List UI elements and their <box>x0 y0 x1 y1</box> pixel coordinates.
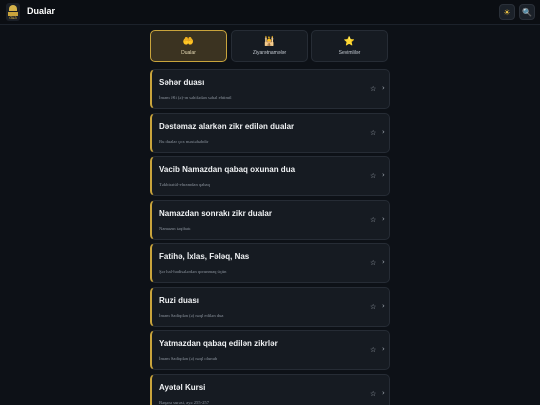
list-item[interactable]: Səhər duası İmam Əli (ə)-ın səhifədən sə… <box>150 69 390 109</box>
list-item[interactable]: Fatihə, İxlas, Fələq, Nas Şər hal-hadisə… <box>150 243 390 283</box>
search-button[interactable]: 🔍 <box>519 4 535 20</box>
mosque-icon: 🕌 <box>263 36 276 47</box>
item-subtitle: İmam Əli (ə)-ın səhifədən səhəl ehtimtl <box>159 95 232 100</box>
item-subtitle: İmam Sadiqdən (ə) nəql olunub <box>159 356 218 361</box>
chevron-right-icon: › <box>382 128 385 136</box>
chevron-right-icon: › <box>382 302 385 310</box>
favorite-star-icon[interactable]: ☆ <box>370 129 376 137</box>
list-item[interactable]: Namazdan sonrakı zikr dualar Namazın təq… <box>150 200 390 240</box>
tab-label: Dualar <box>181 49 196 56</box>
favorite-star-icon[interactable]: ☆ <box>370 216 376 224</box>
star-icon: ⭐ <box>343 36 356 47</box>
item-subtitle: Bəqərə surəsi, ayə 255-257 <box>159 400 210 405</box>
logo-text: dua <box>9 14 17 20</box>
chevron-right-icon: › <box>382 84 385 92</box>
tab-sevimliler[interactable]: ⭐ Sevimlilər <box>311 30 388 62</box>
item-title: Namazdan sonrakı zikr dualar <box>159 209 272 218</box>
tab-label: Ziyarətnamələr <box>252 49 287 56</box>
favorite-star-icon[interactable]: ☆ <box>370 259 376 267</box>
tab-ziyaretnameler[interactable]: 🕌 Ziyarətnamələr <box>231 30 308 62</box>
favorite-star-icon[interactable]: ☆ <box>370 172 376 180</box>
logo-dome-shape <box>9 4 17 11</box>
item-subtitle: Namazın təqibatı <box>159 226 191 231</box>
favorite-star-icon[interactable]: ☆ <box>370 85 376 93</box>
chevron-right-icon: › <box>382 258 385 266</box>
list-item[interactable]: Vacib Namazdan qabaq oxunan dua Təkbirət… <box>150 156 390 196</box>
item-subtitle: Təkbirətül-ehramdan qabaq <box>159 182 210 187</box>
favorite-star-icon[interactable]: ☆ <box>370 390 376 398</box>
item-title: Ruzi duası <box>159 296 200 305</box>
app-logo[interactable]: dua <box>6 3 20 21</box>
chevron-right-icon: › <box>382 215 385 223</box>
chevron-right-icon: › <box>382 345 385 353</box>
praying-hands-icon: 🤲 <box>182 36 195 47</box>
favorite-star-icon[interactable]: ☆ <box>370 346 376 354</box>
search-icon: 🔍 <box>522 7 532 17</box>
tab-label: Sevimlilər <box>338 49 361 56</box>
chevron-right-icon: › <box>382 389 385 397</box>
item-title: Ayətəl Kursi <box>159 383 206 392</box>
item-title: Səhər duası <box>159 78 205 87</box>
item-title: Dəstəmaz alarkən zikr edilən dualar <box>159 122 295 131</box>
item-title: Vacib Namazdan qabaq oxunan dua <box>159 165 296 174</box>
page-title: Dualar <box>27 6 56 16</box>
item-title: Yatmazdan qabaq edilən zikrlər <box>159 339 278 348</box>
theme-toggle-button[interactable]: ☀ <box>499 4 515 20</box>
list-item[interactable]: Ayətəl Kursi Bəqərə surəsi, ayə 255-257 … <box>150 374 390 405</box>
sun-icon: ☀ <box>503 7 511 17</box>
favorite-star-icon[interactable]: ☆ <box>370 303 376 311</box>
item-subtitle: Şər hal-hadisələrdən qorunmaq üçün <box>159 269 227 274</box>
chevron-right-icon: › <box>382 171 385 179</box>
list-item[interactable]: Yatmazdan qabaq edilən zikrlər İmam Sadi… <box>150 330 390 370</box>
list-item[interactable]: Ruzi duası İmam Sadiqdən (ə) nəql edilən… <box>150 287 390 327</box>
top-bar: dua Dualar ☀ 🔍 <box>0 0 540 25</box>
item-subtitle: İmam Sadiqdən (ə) nəql edilən dua <box>159 313 224 318</box>
item-subtitle: Bu dualar çox məstəhəbdir <box>159 139 209 144</box>
tab-dualar[interactable]: 🤲 Dualar <box>150 30 227 62</box>
list-item[interactable]: Dəstəmaz alarkən zikr edilən dualar Bu d… <box>150 113 390 153</box>
category-tabs: 🤲 Dualar 🕌 Ziyarətnamələr ⭐ Sevimlilər <box>150 30 390 62</box>
item-title: Fatihə, İxlas, Fələq, Nas <box>159 252 250 261</box>
